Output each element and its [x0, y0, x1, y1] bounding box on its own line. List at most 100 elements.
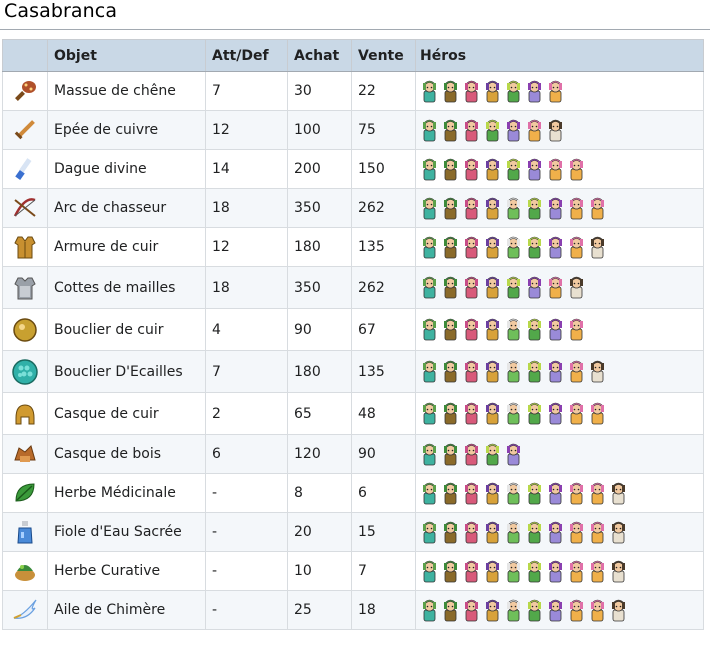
table-row: Casque de bois 6 120 90	[2, 434, 704, 474]
table-row: Bouclier de cuir 4 90 67	[2, 308, 704, 351]
hero-pink-mage-icon	[462, 359, 481, 384]
item-name: Bouclier D'Ecailles	[47, 350, 206, 393]
hero-dark-nun-icon	[588, 359, 607, 384]
item-vente: 262	[351, 266, 416, 309]
item-name: Cottes de mailles	[47, 266, 206, 309]
hero-warrior-green-icon	[441, 481, 460, 506]
table-row: Cottes de mailles 18 350 262	[2, 266, 704, 309]
hero-pink-mage-icon	[462, 401, 481, 426]
hero-pink-twin-icon	[525, 118, 544, 143]
hero-purple-monk-icon	[483, 598, 502, 623]
hero-elf-green-icon	[420, 359, 439, 384]
hero-dark-nun-icon	[609, 481, 628, 506]
hero-pink-twin-icon	[588, 598, 607, 623]
hero-purple-monk-icon	[483, 359, 502, 384]
item-icon-cell	[2, 590, 48, 630]
hero-purple-monk-icon	[483, 317, 502, 342]
table-row: Dague divine 14 200 150	[2, 149, 704, 189]
hero-elf-green-icon	[420, 481, 439, 506]
hero-green-dancer-icon	[525, 235, 544, 260]
hero-purple-monk-icon	[483, 79, 502, 104]
hero-pink-twin-icon	[567, 157, 586, 182]
item-achat: 200	[287, 149, 352, 189]
table-row: Casque de cuir 2 65 48	[2, 392, 704, 435]
item-achat: 350	[287, 266, 352, 309]
hero-elf-green-icon	[420, 118, 439, 143]
hero-pink-mage-icon	[462, 598, 481, 623]
item-vente: 48	[351, 392, 416, 435]
hero-purple-lady-icon	[525, 79, 544, 104]
scale-shield-icon	[11, 358, 39, 386]
item-heroes	[415, 308, 704, 351]
item-att-def: -	[205, 512, 288, 552]
hero-pink-twin-icon	[588, 559, 607, 584]
item-att-def: 18	[205, 266, 288, 309]
leather-helmet-icon	[11, 400, 39, 428]
club-icon	[11, 77, 39, 105]
item-icon-cell	[2, 227, 48, 267]
hero-pink-twin-icon	[567, 520, 586, 545]
item-icon-cell	[2, 392, 48, 435]
hero-purple-monk-icon	[483, 157, 502, 182]
item-icon-cell	[2, 473, 48, 513]
hero-elf-green-icon	[420, 235, 439, 260]
item-att-def: 2	[205, 392, 288, 435]
hero-pink-twin-icon	[567, 196, 586, 221]
item-name: Fiole d'Eau Sacrée	[47, 512, 206, 552]
item-achat: 350	[287, 188, 352, 228]
item-icon-cell	[2, 551, 48, 591]
item-achat: 90	[287, 308, 352, 351]
hero-elf-green-icon	[420, 317, 439, 342]
hero-purple-monk-icon	[483, 196, 502, 221]
hero-elf-green-icon	[420, 196, 439, 221]
item-icon-cell	[2, 266, 48, 309]
hero-purple-lady-icon	[546, 559, 565, 584]
hero-purple-lady-icon	[546, 196, 565, 221]
hero-pink-mage-icon	[462, 559, 481, 584]
table-header-row: Objet Att/Def Achat Vente Héros	[2, 39, 704, 72]
hero-purple-lady-icon	[546, 359, 565, 384]
table-row: Bouclier D'Ecailles 7 180 135	[2, 350, 704, 393]
hero-pink-mage-icon	[462, 317, 481, 342]
hero-elder-sage-icon	[504, 196, 523, 221]
hero-green-dancer-icon	[525, 317, 544, 342]
hero-elder-sage-icon	[504, 520, 523, 545]
hero-purple-lady-icon	[525, 275, 544, 300]
hero-pink-mage-icon	[462, 235, 481, 260]
hero-elf-green-icon	[420, 598, 439, 623]
table-row: Massue de chêne 7 30 22	[2, 71, 704, 111]
hero-pink-twin-icon	[567, 235, 586, 260]
table-row: Fiole d'Eau Sacrée -20 15	[2, 512, 704, 552]
item-icon-cell	[2, 149, 48, 189]
hero-purple-monk-icon	[483, 559, 502, 584]
item-name: Aile de Chimère	[47, 590, 206, 630]
hero-purple-monk-icon	[483, 520, 502, 545]
holy-water-icon	[11, 518, 39, 546]
hero-dark-nun-icon	[609, 520, 628, 545]
hero-elder-sage-icon	[504, 359, 523, 384]
hero-pink-mage-icon	[462, 442, 481, 467]
leather-shield-icon	[11, 316, 39, 344]
item-att-def: 7	[205, 350, 288, 393]
item-name: Herbe Curative	[47, 551, 206, 591]
hero-purple-monk-icon	[483, 401, 502, 426]
item-achat: 20	[287, 512, 352, 552]
page-title: Casabranca	[4, 0, 118, 22]
item-name: Herbe Médicinale	[47, 473, 206, 513]
hero-purple-monk-icon	[483, 235, 502, 260]
hero-purple-lady-icon	[546, 598, 565, 623]
item-icon-cell	[2, 512, 48, 552]
item-att-def: 14	[205, 149, 288, 189]
hero-green-dancer-icon	[504, 275, 523, 300]
hero-pink-mage-icon	[462, 520, 481, 545]
hero-warrior-green-icon	[441, 359, 460, 384]
hero-pink-twin-icon	[546, 79, 565, 104]
item-achat: 180	[287, 227, 352, 267]
hero-pink-mage-icon	[462, 196, 481, 221]
item-achat: 100	[287, 110, 352, 150]
hero-warrior-green-icon	[441, 157, 460, 182]
hero-dark-nun-icon	[588, 235, 607, 260]
header-att-def: Att/Def	[205, 39, 288, 72]
item-vente: 6	[351, 473, 416, 513]
leather-armor-icon	[11, 233, 39, 261]
